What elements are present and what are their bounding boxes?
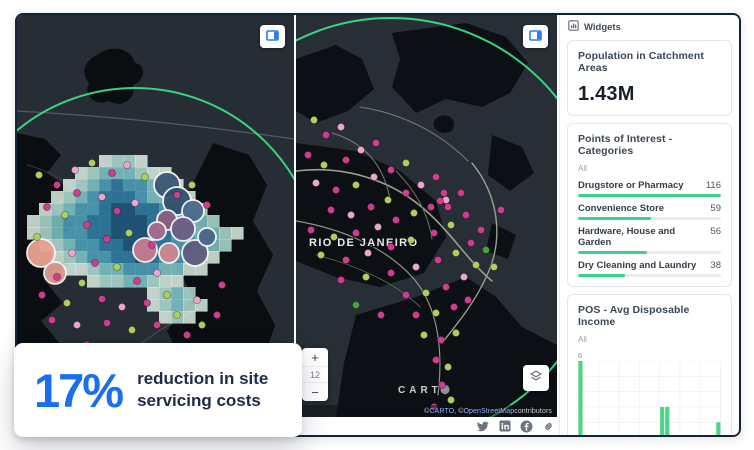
poi-category-value: 116 [706, 180, 721, 191]
poi-widget-card: Points of Interest - Categories All Drug… [567, 123, 732, 287]
widgets-header-label: Widgets [584, 22, 621, 33]
poi-category-bar [578, 251, 721, 254]
left-map-panel-toggle-button[interactable] [260, 25, 285, 48]
panel-layout-icon [266, 28, 279, 46]
twitter-icon[interactable] [476, 420, 489, 433]
poi-widget-title: Points of Interest - Categories [578, 133, 721, 157]
osm-attribution-link[interactable]: OpenStreetMap [464, 408, 515, 415]
kpi-callout-card: 17% reduction in site servicing costs [14, 343, 302, 437]
link-icon[interactable] [542, 420, 555, 433]
pos-widget-title: POS - Avg Disposable Income [578, 304, 721, 328]
zoom-control: + 12 − [302, 348, 328, 401]
poi-category-label: Drugstore or Pharmacy [578, 180, 684, 191]
poi-category-row[interactable]: Convenience Store 59 [578, 203, 721, 220]
population-widget-card: Population in Catchment Areas 1.43M [567, 40, 732, 116]
zoom-in-button[interactable]: + [302, 348, 328, 366]
layers-icon [529, 369, 543, 388]
widgets-panel: Widgets Population in Catchment Areas 1.… [559, 15, 739, 435]
carto-attribution-link[interactable]: CARTO [429, 408, 454, 415]
poi-category-value: 38 [710, 260, 721, 271]
poi-category-row[interactable]: Drugstore or Pharmacy 116 [578, 180, 721, 197]
poi-category-value: 56 [710, 226, 721, 237]
screenshot-stage: RIO DE JANEIRO CART + 12 − [0, 0, 754, 450]
poi-category-label: Dry Cleaning and Laundry [578, 260, 696, 271]
attribution-text: contributors [514, 408, 552, 415]
widgets-header: Widgets [560, 15, 739, 37]
pos-histogram[interactable]: 12k142k247k351k455k559k663k768k [578, 361, 721, 435]
kpi-value: 17% [34, 363, 122, 418]
linkedin-icon[interactable] [498, 420, 511, 433]
map-attribution: © CARTO, © OpenStreetMap contributors [296, 405, 557, 417]
basemap-layers-button[interactable] [523, 365, 549, 391]
poi-category-label: Convenience Store [578, 203, 664, 214]
widgets-icon [568, 18, 579, 36]
panel-layout-icon [529, 28, 542, 46]
poi-category-bar [578, 217, 721, 220]
svg-text:CART: CART [398, 385, 442, 396]
population-value: 1.43M [578, 83, 721, 106]
facebook-icon[interactable] [520, 420, 533, 433]
right-map-panel-toggle-button[interactable] [523, 25, 548, 48]
poi-category-bar [578, 274, 721, 277]
map-right-points[interactable]: RIO DE JANEIRO CART + 12 − [296, 15, 557, 417]
pos-widget-card: POS - Avg Disposable Income All 6 12k142… [567, 294, 732, 435]
poi-category-list: Drugstore or Pharmacy 116 Convenience Stor… [578, 180, 721, 277]
zoom-level: 12 [302, 366, 328, 383]
kpi-description: reduction in site servicing costs [137, 368, 268, 413]
population-widget-title: Population in Catchment Areas [578, 50, 721, 74]
pos-y-axis-top-label: 6 [578, 351, 721, 360]
kpi-description-line2: servicing costs [137, 390, 268, 412]
poi-category-bar [578, 194, 721, 197]
widget-cards: Population in Catchment Areas 1.43M Poin… [560, 37, 739, 435]
poi-category-row[interactable]: Dry Cleaning and Laundry 38 [578, 260, 721, 277]
poi-category-label: Hardware, House and Garden [578, 226, 710, 248]
pos-filter-label: All [578, 335, 721, 344]
poi-filter-label: All [578, 164, 721, 173]
zoom-out-button[interactable]: − [302, 383, 328, 401]
svg-text:RIO DE JANEIRO: RIO DE JANEIRO [309, 237, 418, 249]
poi-category-row[interactable]: Hardware, House and Garden56 [578, 226, 721, 254]
attribution-text: , © [454, 408, 463, 415]
poi-category-value: 59 [710, 203, 721, 214]
kpi-description-line1: reduction in site [137, 368, 268, 390]
